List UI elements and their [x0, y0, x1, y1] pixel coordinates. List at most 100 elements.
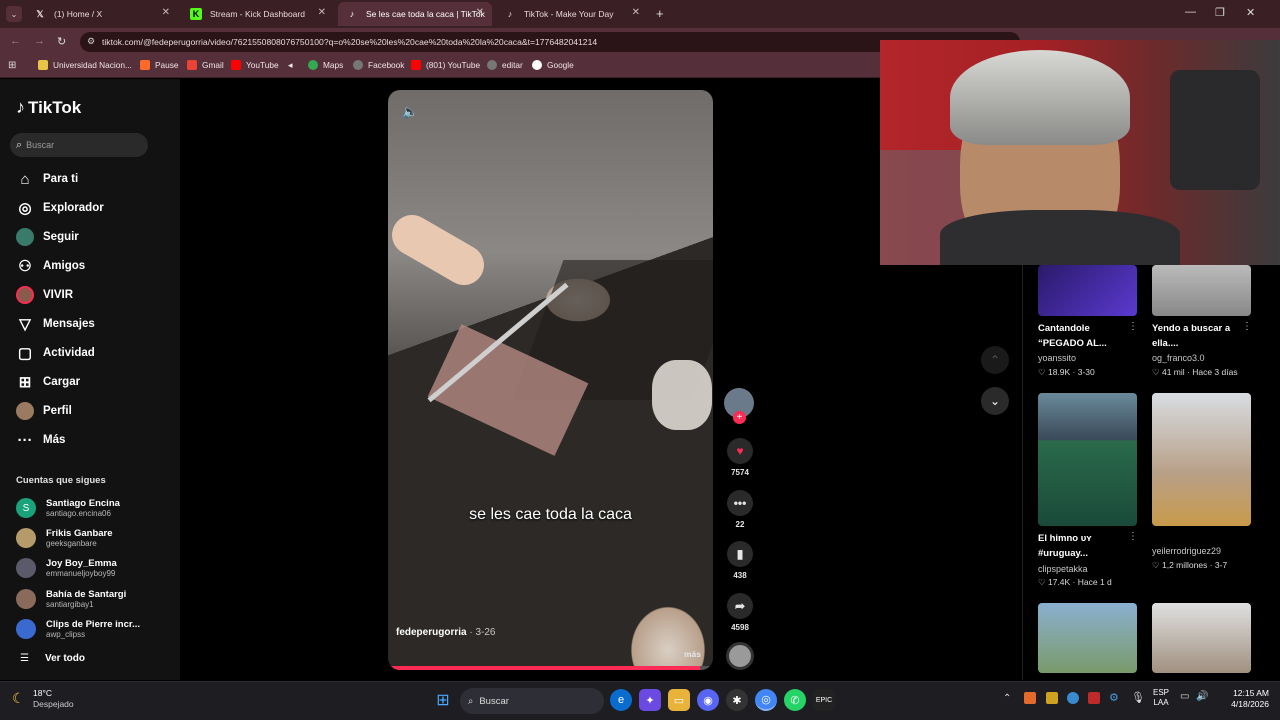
bookmark-facebook[interactable]: Facebook: [353, 60, 404, 70]
network-icon[interactable]: ▭: [1180, 691, 1189, 702]
recommendation-title[interactable]: Cantandole “PEGADO AL...: [1038, 321, 1107, 351]
tab-kick-dashboard[interactable]: K Stream - Kick Dashboard ✕: [182, 2, 334, 26]
close-icon[interactable]: ✕: [162, 7, 170, 18]
maximize-icon[interactable]: ❐: [1215, 6, 1225, 19]
nav-explorador[interactable]: ◎ Explorador: [16, 198, 103, 218]
recommendation-thumbnail[interactable]: [1038, 603, 1137, 673]
close-icon[interactable]: ✕: [318, 7, 326, 18]
volume-icon[interactable]: 🔈: [402, 104, 418, 120]
weather-widget[interactable]: 18°C Despejado: [33, 688, 74, 710]
volume-icon[interactable]: 🔊: [1196, 691, 1208, 702]
close-icon[interactable]: ✕: [476, 7, 484, 18]
steam-icon[interactable]: ⚙: [1109, 691, 1119, 704]
recommendation-thumbnail[interactable]: [1038, 393, 1137, 526]
followed-account[interactable]: S Santiago Encina santiago.encina06: [16, 498, 120, 518]
bookmark-gmail[interactable]: Gmail: [187, 60, 224, 70]
search-input[interactable]: ⌕ Buscar: [10, 133, 148, 157]
recommendation-thumbnail[interactable]: [1152, 603, 1251, 673]
tray-expand-icon[interactable]: ⌃: [1003, 693, 1011, 704]
site-info-icon[interactable]: ⚙: [87, 36, 95, 47]
tray-app-icon[interactable]: [1046, 692, 1058, 704]
edge-icon[interactable]: e: [610, 689, 632, 711]
windows-start-icon[interactable]: ⊞: [432, 689, 454, 711]
more-options-icon[interactable]: ⋮: [1128, 531, 1138, 542]
nav-vivir[interactable]: VIVIR: [16, 285, 73, 305]
more-options-icon[interactable]: ⋮: [1128, 321, 1138, 332]
more-options-icon[interactable]: ⋮: [1242, 321, 1252, 332]
recommendation-user[interactable]: clipspetakka: [1038, 564, 1088, 574]
tray-app-icon[interactable]: [1024, 692, 1036, 704]
save-button[interactable]: ▮ 438: [722, 541, 758, 580]
recommendation-user[interactable]: yeilerrodriguez29: [1152, 546, 1221, 556]
nav-cargar[interactable]: ⊞ Cargar: [16, 372, 80, 392]
more-link[interactable]: más: [684, 649, 701, 659]
follow-plus-icon[interactable]: +: [733, 411, 746, 424]
followed-account[interactable]: Clips de Pierre incr... awp_clipss: [16, 619, 140, 639]
previous-video-button[interactable]: ⌃: [981, 346, 1009, 374]
recommendation-thumbnail[interactable]: [1038, 265, 1137, 316]
url-bar[interactable]: ⚙ tiktok.com/@fedeperugorria/video/76215…: [80, 32, 1020, 52]
reload-icon[interactable]: ↻: [57, 35, 66, 48]
apps-grid-icon[interactable]: ⊞: [8, 60, 16, 71]
avatar: [16, 619, 36, 639]
bookmark-universidad[interactable]: Universidad Nacion...: [38, 60, 132, 70]
nav-mensajes[interactable]: ▽ Mensajes: [16, 314, 95, 334]
taskbar-search[interactable]: ⌕ Buscar: [460, 688, 604, 714]
tab-search-icon[interactable]: ⌄: [6, 6, 22, 22]
epic-games-icon[interactable]: EPIC: [813, 689, 835, 711]
forward-icon[interactable]: →: [34, 35, 45, 47]
bookmark-maps[interactable]: Maps: [308, 60, 343, 70]
next-video-button[interactable]: ⌄: [981, 387, 1009, 415]
close-icon[interactable]: ✕: [632, 7, 640, 18]
recommendation-thumbnail[interactable]: [1152, 265, 1251, 316]
nav-para-ti[interactable]: ⌂ Para ti: [16, 169, 78, 189]
bookmark-pause[interactable]: Pause: [140, 60, 179, 70]
video-player[interactable]: 🔈 se les cae toda la caca fedeperugorria…: [388, 90, 713, 670]
chrome-icon[interactable]: ◎: [755, 689, 777, 711]
video-author-line[interactable]: fedeperugorria · 3-26: [396, 627, 495, 638]
file-explorer-icon[interactable]: ▭: [668, 689, 690, 711]
tray-app-icon[interactable]: [1088, 692, 1100, 704]
microphone-icon[interactable]: 🎙: [1131, 691, 1145, 704]
followed-account[interactable]: Frikis Ganbare geeksganbare: [16, 528, 113, 548]
followed-account[interactable]: Bahía de Santargi santiargibay1: [16, 589, 126, 609]
recommendation-thumbnail[interactable]: [1152, 393, 1251, 526]
bookmark-youtube[interactable]: YouTube: [231, 60, 279, 70]
comment-button[interactable]: ••• 22: [722, 490, 758, 529]
see-all-link[interactable]: ☰ Ver todo: [16, 653, 85, 664]
recommendation-user[interactable]: og_franco3.0: [1152, 353, 1205, 363]
discord-icon[interactable]: ◉: [697, 689, 719, 711]
nav-mas[interactable]: ··· Más: [16, 430, 66, 450]
whatsapp-icon[interactable]: ✆: [784, 689, 806, 711]
progress-bar[interactable]: [388, 666, 713, 670]
bookmark-google[interactable]: Google: [532, 60, 574, 70]
streamer-hair: [950, 50, 1130, 145]
app-icon[interactable]: ✱: [726, 689, 748, 711]
minimize-icon[interactable]: —: [1185, 6, 1196, 18]
recommendation-title[interactable]: Yendo a buscar a ella....: [1152, 321, 1230, 351]
tray-app-icon[interactable]: [1067, 692, 1079, 704]
recommendation-title[interactable]: El himno ᴜʏ #uruguay...: [1038, 531, 1092, 561]
bookmark-arrow-icon[interactable]: ◂: [288, 60, 293, 71]
close-window-icon[interactable]: ✕: [1246, 6, 1255, 19]
recommendation-user[interactable]: yoanssito: [1038, 353, 1076, 363]
nav-amigos[interactable]: ⚇ Amigos: [16, 256, 85, 276]
nav-actividad[interactable]: ▢ Actividad: [16, 343, 95, 363]
like-button[interactable]: ♥ 7574: [722, 438, 758, 477]
tab-tiktok-home[interactable]: ♪ TikTok - Make Your Day ✕: [496, 2, 648, 26]
nav-seguir[interactable]: Seguir: [16, 227, 79, 247]
tab-x-home[interactable]: 𝕏 (1) Home / X ✕: [26, 2, 178, 26]
nav-perfil[interactable]: Perfil: [16, 401, 72, 421]
back-icon[interactable]: ←: [10, 35, 21, 47]
language-indicator[interactable]: ESP LAA: [1153, 688, 1169, 708]
bookmark-801-youtube[interactable]: (801) YouTube: [411, 60, 480, 70]
bookmark-editar[interactable]: editar: [487, 60, 523, 70]
new-tab-icon[interactable]: +: [656, 6, 664, 21]
clock[interactable]: 12:15 AM 4/18/2026: [1219, 688, 1269, 710]
followed-account[interactable]: Joy Boy_Emma emmanueljoyboy99: [16, 558, 117, 578]
tiktok-logo[interactable]: ♪ TikTok: [16, 97, 81, 118]
copilot-icon[interactable]: ✦: [639, 689, 661, 711]
music-disc-icon[interactable]: [726, 642, 754, 670]
tab-tiktok-video[interactable]: ♪ Se les cae toda la caca | TikTok ✕: [338, 2, 492, 26]
share-button[interactable]: ➦ 4598: [722, 593, 758, 632]
